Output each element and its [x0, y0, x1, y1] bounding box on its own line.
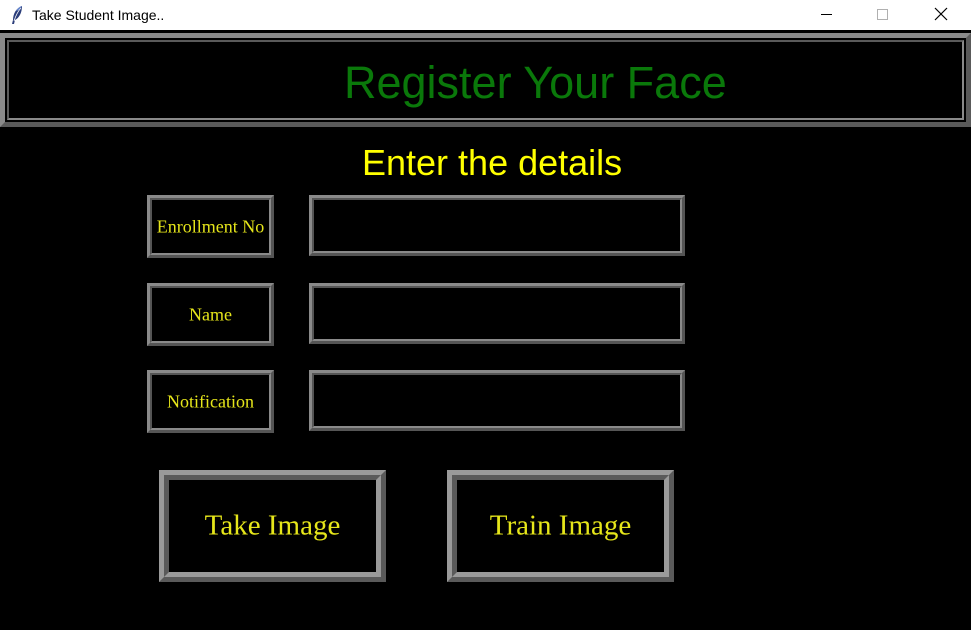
close-icon [934, 7, 948, 21]
notification-label-box: Notification [147, 370, 274, 433]
take-image-label: Take Image [204, 509, 341, 542]
notification-output[interactable] [317, 378, 677, 423]
train-image-label: Train Image [489, 509, 632, 542]
app-window: Take Student Image.. Register Your Face … [0, 0, 971, 630]
window-title: Take Student Image.. [32, 7, 165, 23]
feather-icon [9, 5, 25, 25]
enrollment-label-box: Enrollment No [147, 195, 274, 258]
take-image-button[interactable]: Take Image [159, 470, 386, 582]
name-label-box: Name [147, 283, 274, 346]
name-field-box [309, 283, 685, 344]
title-bar: Take Student Image.. [0, 0, 971, 30]
train-image-button[interactable]: Train Image [447, 470, 674, 582]
header-banner: Register Your Face [0, 33, 971, 127]
minimize-button[interactable] [803, 0, 849, 30]
minimize-icon [821, 14, 832, 15]
page-title: Register Your Face [344, 57, 727, 108]
maximize-button[interactable] [859, 0, 905, 30]
name-input[interactable] [317, 291, 677, 336]
notification-label: Notification [167, 391, 254, 411]
form-subtitle: Enter the details [362, 142, 623, 183]
enrollment-label: Enrollment No [156, 216, 265, 236]
close-button[interactable] [917, 0, 963, 30]
enrollment-input[interactable] [317, 203, 677, 248]
notification-field-box [309, 370, 685, 431]
name-label: Name [189, 304, 232, 324]
enrollment-field-box [309, 195, 685, 256]
maximize-icon [877, 9, 888, 20]
